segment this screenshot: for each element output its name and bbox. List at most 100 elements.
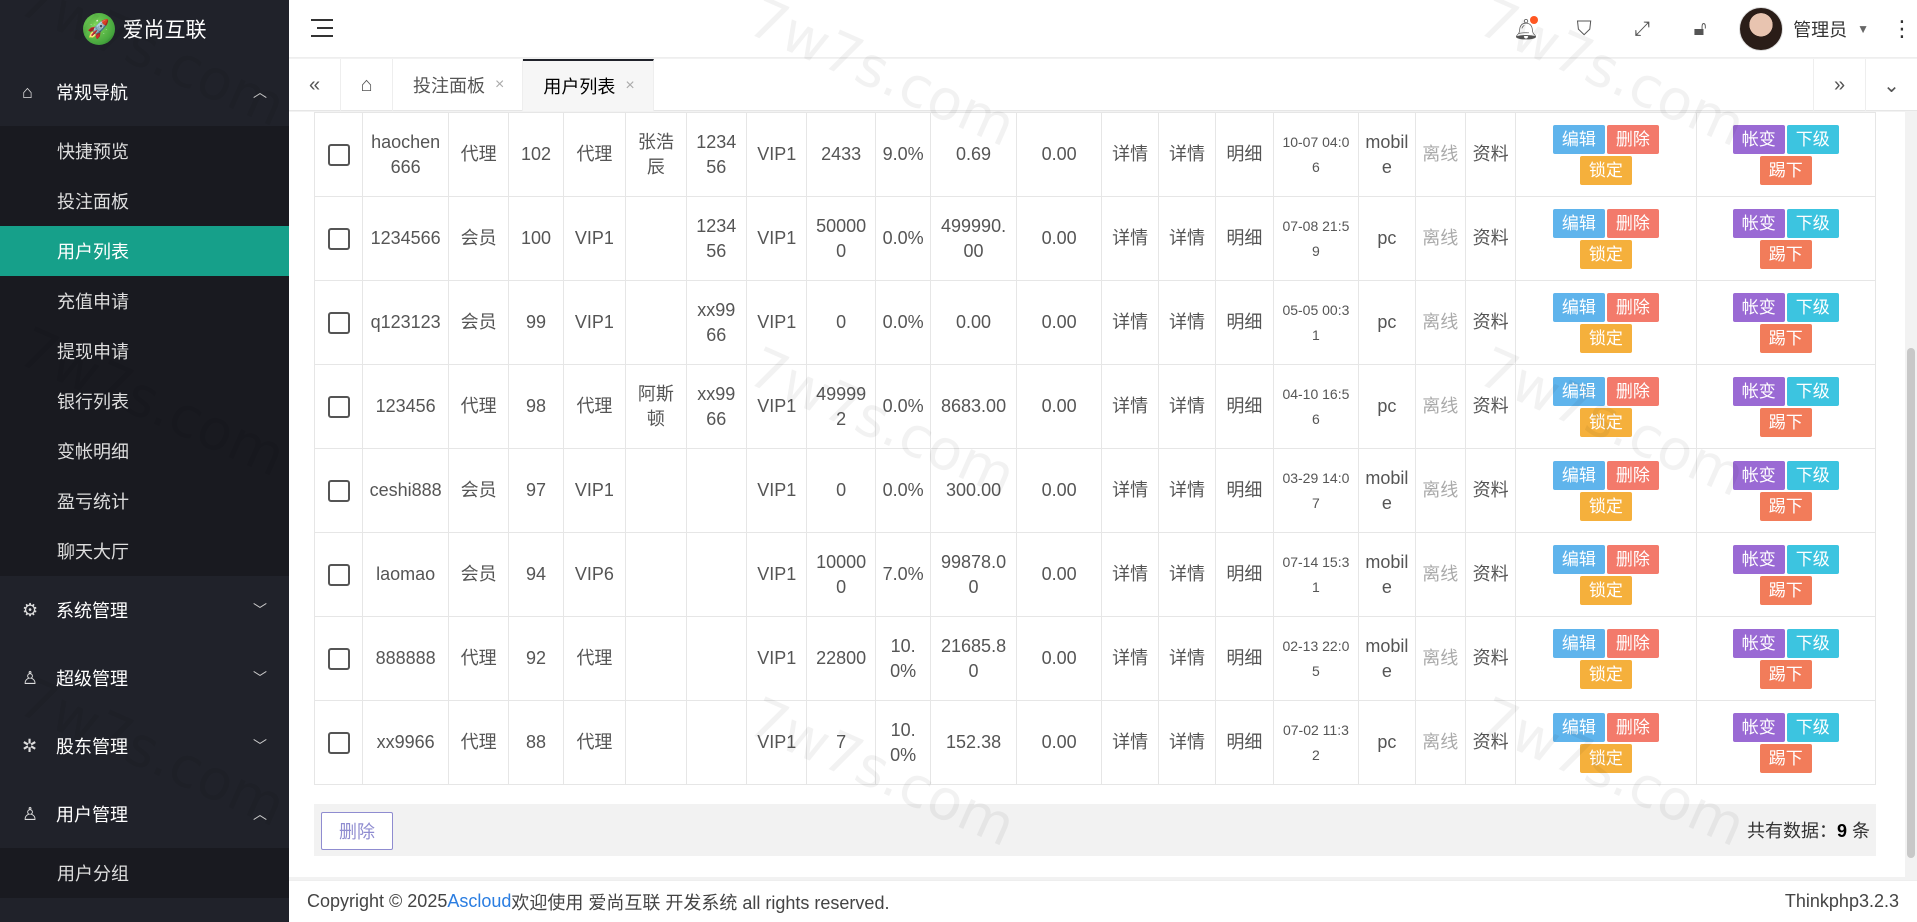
fullscreen-icon[interactable]: ⤢ [1613, 0, 1671, 58]
profile-cell[interactable]: 资料 [1464, 448, 1517, 533]
detail-cell[interactable]: 详情 [1101, 532, 1159, 617]
sidebar-item-chat-hall[interactable]: 聊天大厅 [0, 526, 289, 576]
subordinate-button[interactable]: 下级 [1786, 628, 1839, 658]
detail-cell[interactable]: 详情 [1101, 280, 1159, 365]
transfer-button[interactable]: 帐变 [1732, 208, 1785, 238]
row-checkbox[interactable] [327, 144, 350, 167]
subordinate-button[interactable]: 下级 [1786, 376, 1839, 406]
delete-button[interactable]: 删除 [1606, 376, 1659, 406]
transfer-button[interactable]: 帐变 [1732, 712, 1785, 742]
kick-button[interactable]: 踢下 [1759, 743, 1812, 773]
row-checkbox[interactable] [327, 564, 350, 587]
statement-cell[interactable]: 明细 [1215, 532, 1274, 617]
nav-group-regular[interactable]: ⌂ 常规导航 ︿ [0, 58, 289, 126]
edit-button[interactable]: 编辑 [1552, 292, 1605, 322]
subordinate-button[interactable]: 下级 [1786, 460, 1839, 490]
sidebar-item-bet-panel[interactable]: 投注面板 [0, 176, 289, 226]
kick-button[interactable]: 踢下 [1759, 239, 1812, 269]
statement-cell[interactable]: 明细 [1215, 448, 1274, 533]
sidebar-item-quick-preview[interactable]: 快捷预览 [0, 126, 289, 176]
row-checkbox[interactable] [327, 480, 350, 503]
scrollbar-thumb[interactable] [1907, 348, 1915, 858]
edit-button[interactable]: 编辑 [1552, 208, 1605, 238]
detail-cell[interactable]: 详情 [1157, 616, 1217, 701]
home-tab-icon[interactable]: ⌂ [341, 59, 393, 111]
delete-button[interactable]: 删除 [1606, 544, 1659, 574]
nav-group-shareholder[interactable]: ✲ 股东管理 ﹀ [0, 712, 289, 780]
detail-cell[interactable]: 详情 [1101, 700, 1159, 785]
detail-cell[interactable]: 详情 [1157, 280, 1217, 365]
delete-button[interactable]: 删除 [1606, 628, 1659, 658]
scroll-left-icon[interactable]: « [289, 59, 341, 111]
detail-cell[interactable]: 详情 [1101, 448, 1159, 533]
detail-cell[interactable]: 详情 [1157, 700, 1217, 785]
delete-button[interactable]: 删除 [1606, 124, 1659, 154]
kick-button[interactable]: 踢下 [1759, 491, 1812, 521]
transfer-button[interactable]: 帐变 [1732, 376, 1785, 406]
detail-cell[interactable]: 详情 [1101, 196, 1159, 281]
chevron-down-icon[interactable]: ⌄ [1865, 59, 1917, 111]
row-checkbox[interactable] [327, 648, 350, 671]
delete-button[interactable]: 删除 [1606, 712, 1659, 742]
nav-group-super[interactable]: ♙ 超级管理 ﹀ [0, 644, 289, 712]
kick-button[interactable]: 踢下 [1759, 323, 1812, 353]
edit-button[interactable]: 编辑 [1552, 544, 1605, 574]
sidebar-item-user-list[interactable]: 用户列表 [0, 226, 289, 276]
statement-cell[interactable]: 明细 [1215, 280, 1274, 365]
scroll-right-icon[interactable]: » [1813, 59, 1865, 111]
lock-button[interactable]: 锁定 [1579, 323, 1632, 353]
detail-cell[interactable]: 详情 [1101, 112, 1159, 197]
batch-delete-button[interactable]: 删除 [321, 812, 393, 850]
sidebar-item-bank-list[interactable]: 银行列表 [0, 376, 289, 426]
more-icon[interactable]: ⋮ [1887, 16, 1917, 42]
sidebar-item-profit-stats[interactable]: 盈亏统计 [0, 476, 289, 526]
nav-group-system[interactable]: ⚙ 系统管理 ﹀ [0, 576, 289, 644]
transfer-button[interactable]: 帐变 [1732, 460, 1785, 490]
detail-cell[interactable]: 详情 [1101, 364, 1159, 449]
scrollbar[interactable] [1905, 112, 1917, 877]
row-checkbox[interactable] [327, 312, 350, 335]
edit-button[interactable]: 编辑 [1552, 460, 1605, 490]
transfer-button[interactable]: 帐变 [1732, 544, 1785, 574]
detail-cell[interactable]: 详情 [1101, 616, 1159, 701]
sidebar-item-recharge[interactable]: 充值申请 [0, 276, 289, 326]
nav-group-user-mgmt[interactable]: ♙ 用户管理 ︿ [0, 780, 289, 848]
lock-button[interactable]: 锁定 [1579, 239, 1632, 269]
detail-cell[interactable]: 详情 [1157, 532, 1217, 617]
row-checkbox[interactable] [327, 228, 350, 251]
transfer-button[interactable]: 帐变 [1732, 628, 1785, 658]
sidebar-item-user-group[interactable]: 用户分组 [0, 848, 289, 898]
lock-icon[interactable]: 🔓︎ [1671, 0, 1729, 58]
lock-button[interactable]: 锁定 [1579, 659, 1632, 689]
subordinate-button[interactable]: 下级 [1786, 208, 1839, 238]
edit-button[interactable]: 编辑 [1552, 712, 1605, 742]
delete-button[interactable]: 删除 [1606, 292, 1659, 322]
close-icon[interactable]: × [625, 77, 634, 95]
profile-cell[interactable]: 资料 [1464, 112, 1517, 197]
delete-button[interactable]: 删除 [1606, 460, 1659, 490]
lock-button[interactable]: 锁定 [1579, 407, 1632, 437]
subordinate-button[interactable]: 下级 [1786, 544, 1839, 574]
lock-button[interactable]: 锁定 [1579, 155, 1632, 185]
close-icon[interactable]: × [495, 76, 504, 94]
tag-icon[interactable]: ⛉ [1555, 0, 1613, 58]
detail-cell[interactable]: 详情 [1157, 364, 1217, 449]
edit-button[interactable]: 编辑 [1552, 376, 1605, 406]
kick-button[interactable]: 踢下 [1759, 155, 1812, 185]
profile-cell[interactable]: 资料 [1464, 616, 1517, 701]
kick-button[interactable]: 踢下 [1759, 407, 1812, 437]
kick-button[interactable]: 踢下 [1759, 659, 1812, 689]
lock-button[interactable]: 锁定 [1579, 575, 1632, 605]
delete-button[interactable]: 删除 [1606, 208, 1659, 238]
profile-cell[interactable]: 资料 [1464, 196, 1517, 281]
sidebar-item-withdraw[interactable]: 提现申请 [0, 326, 289, 376]
menu-toggle-icon[interactable] [311, 16, 333, 40]
row-checkbox[interactable] [327, 396, 350, 419]
statement-cell[interactable]: 明细 [1215, 364, 1274, 449]
tab-user-list[interactable]: 用户列表 × [523, 59, 654, 111]
profile-cell[interactable]: 资料 [1464, 364, 1517, 449]
detail-cell[interactable]: 详情 [1157, 196, 1217, 281]
detail-cell[interactable]: 详情 [1157, 112, 1217, 197]
lock-button[interactable]: 锁定 [1579, 491, 1632, 521]
statement-cell[interactable]: 明细 [1215, 616, 1274, 701]
